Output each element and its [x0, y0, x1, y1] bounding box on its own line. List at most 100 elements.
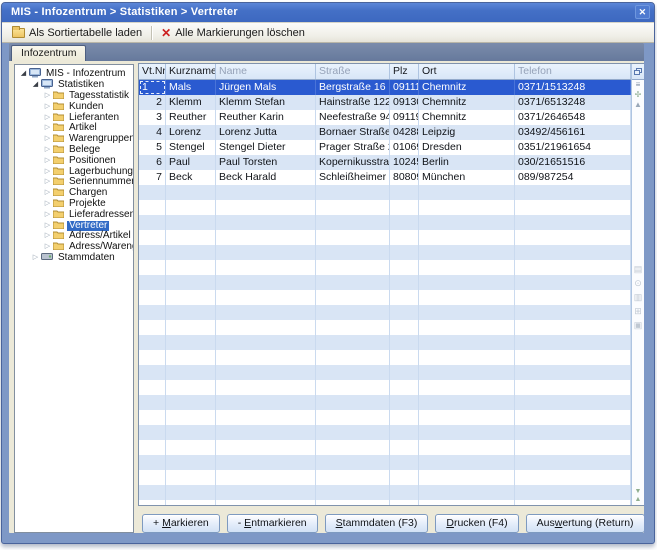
cell [166, 245, 216, 260]
column-header-ort[interactable]: Ort [419, 64, 515, 79]
column-header-vt-nr[interactable]: Vt.Nr▼ [139, 64, 166, 79]
collapsed-arrow-icon[interactable]: ▷ [43, 188, 52, 198]
table-row[interactable]: 3ReutherReuther KarinNeefestraße 9409119… [139, 110, 631, 125]
stammdaten-button[interactable]: Stammdaten (F3) [325, 514, 429, 533]
table-row-empty [139, 305, 631, 320]
table-row[interactable]: 2KlemmKlemm StefanHainstraße 12209130Che… [139, 95, 631, 110]
cascade-windows-icon[interactable] [632, 64, 644, 80]
collapsed-arrow-icon[interactable]: ▷ [43, 210, 52, 220]
column-header-telefon[interactable]: Telefon [515, 64, 631, 79]
column-header-name[interactable]: Name [216, 64, 316, 79]
collapsed-arrow-icon[interactable]: ▷ [43, 102, 52, 112]
collapsed-arrow-icon[interactable]: ▷ [43, 167, 52, 177]
columns-icon[interactable]: ▤ [634, 264, 643, 274]
cell [390, 245, 419, 260]
close-icon[interactable]: ✕ [635, 5, 650, 19]
cell [515, 260, 631, 275]
cell: 4 [139, 125, 166, 140]
column-header-stra-e[interactable]: Straße [316, 64, 390, 79]
cell [316, 455, 390, 470]
column-header-kurzname[interactable]: Kurzname [166, 64, 216, 79]
cell [316, 380, 390, 395]
entmarkieren-button[interactable]: - Entmarkieren [227, 514, 318, 533]
tree-item-artikel[interactable]: ▷Artikel [15, 123, 133, 134]
tab-infozentrum[interactable]: Infozentrum [11, 45, 86, 61]
auswertung-button[interactable]: Auswertung (Return) [526, 514, 644, 533]
tree-item-label: Tagesstatistik [67, 91, 131, 101]
cell [515, 275, 631, 290]
cell [419, 245, 515, 260]
cell: Mals [166, 80, 216, 95]
scroll-down-icon[interactable]: ▼ [635, 488, 642, 495]
cell [216, 470, 316, 485]
cell: Paul [166, 155, 216, 170]
toolbar-button[interactable]: ✕Alle Markierungen löschen [155, 24, 311, 41]
table-row-empty [139, 380, 631, 395]
menu-lines-icon[interactable]: ≡ [636, 80, 641, 90]
tree-item-chargen[interactable]: ▷Chargen [15, 188, 133, 199]
tree-item-projekte[interactable]: ▷Projekte [15, 199, 133, 210]
cell [390, 395, 419, 410]
collapsed-arrow-icon[interactable]: ▷ [43, 199, 52, 209]
cell [316, 365, 390, 380]
cell [216, 320, 316, 335]
tree-item-vertreter[interactable]: ▷Vertreter [15, 220, 133, 231]
tree-item-stammdaten[interactable]: ▷Stammdaten [15, 253, 133, 264]
table-row[interactable]: 4LorenzLorenz JuttaBornaer Straße 940428… [139, 125, 631, 140]
tree-item-tagesstatistik[interactable]: ▷ Tagesstatistik [15, 91, 133, 102]
collapsed-arrow-icon[interactable]: ▷ [43, 177, 52, 187]
toolbar-button-label: Alle Markierungen löschen [175, 27, 305, 39]
tree-item-seriennummern[interactable]: ▷Seriennummern [15, 177, 133, 188]
tree-item-lieferadressen[interactable]: ▷Lieferadressen [15, 209, 133, 220]
tree-item-lagerbuchungen[interactable]: ▷Lagerbuchungen [15, 166, 133, 177]
collapsed-arrow-icon[interactable]: ▷ [43, 113, 52, 123]
cell [419, 335, 515, 350]
tree-item-kunden[interactable]: ▷Kunden [15, 101, 133, 112]
table-row[interactable]: 7BeckBeck HaraldSchleißheimer Straße 378… [139, 170, 631, 185]
tree-item-mis-infozentrum[interactable]: ◢MIS - Infozentrum [15, 69, 133, 80]
expanded-arrow-icon[interactable]: ◢ [31, 80, 40, 90]
collapsed-arrow-icon[interactable]: ▷ [43, 221, 52, 231]
expanded-arrow-icon[interactable]: ◢ [19, 69, 28, 79]
cell [316, 185, 390, 200]
window-icon[interactable]: ▣ [634, 320, 643, 330]
tree-item-adress-warengruppen[interactable]: ▷Adress/Warengruppen [15, 242, 133, 253]
tree-item-warengruppen[interactable]: ▷Warengruppen [15, 134, 133, 145]
tree-item-belege[interactable]: ▷ Belege [15, 145, 133, 156]
collapsed-arrow-icon[interactable]: ▷ [43, 231, 52, 241]
collapsed-arrow-icon[interactable]: ▷ [43, 123, 52, 133]
column-header-label: Name [219, 64, 247, 79]
tree-item-statistiken[interactable]: ◢Statistiken [15, 80, 133, 91]
grid-icon[interactable]: ⊞ [634, 306, 642, 316]
toolbar-button[interactable]: Als Sortiertabelle laden [6, 24, 148, 41]
collapsed-arrow-icon[interactable]: ▷ [43, 91, 52, 101]
cell [419, 410, 515, 425]
layout-icon[interactable]: ▥ [634, 292, 643, 302]
cell [316, 215, 390, 230]
cell: 030/21651516 [515, 155, 631, 170]
collapsed-arrow-icon[interactable]: ▷ [43, 156, 52, 166]
table-row[interactable]: 1MalsJürgen MalsBergstraße 1609111Chemni… [139, 80, 631, 95]
markieren-button[interactable]: + Markieren [142, 514, 220, 533]
tree-item-positionen[interactable]: ▷Positionen [15, 155, 133, 166]
table-row-empty [139, 440, 631, 455]
table-row[interactable]: 5StengelStengel DieterPrager Straße 2120… [139, 140, 631, 155]
search-icon[interactable]: ⊙ [634, 278, 642, 288]
collapsed-arrow-icon[interactable]: ▷ [43, 145, 52, 155]
tree-item-adress-artikel[interactable]: ▷Adress/Artikel [15, 231, 133, 242]
navigate-plus-icon[interactable]: ✢ [635, 90, 642, 100]
table-row[interactable]: 6PaulPaul TorstenKopernikusstraße 471024… [139, 155, 631, 170]
collapsed-arrow-icon[interactable]: ▷ [43, 134, 52, 144]
collapsed-arrow-icon[interactable]: ▷ [43, 242, 52, 252]
scroll-end-icon[interactable]: ▲ [635, 496, 642, 503]
tree-item-lieferanten[interactable]: ▷Lieferanten [15, 112, 133, 123]
cell: Stengel Dieter [216, 140, 316, 155]
cell: Prager Straße 212 [316, 140, 390, 155]
cell [139, 440, 166, 455]
tree-item-label: Belege [67, 145, 102, 155]
scroll-up-icon[interactable]: ▲ [634, 100, 642, 110]
collapsed-arrow-icon[interactable]: ▷ [31, 253, 40, 263]
column-header-plz[interactable]: Plz [390, 64, 419, 79]
cell [166, 395, 216, 410]
drucken-button[interactable]: Drucken (F4) [435, 514, 518, 533]
